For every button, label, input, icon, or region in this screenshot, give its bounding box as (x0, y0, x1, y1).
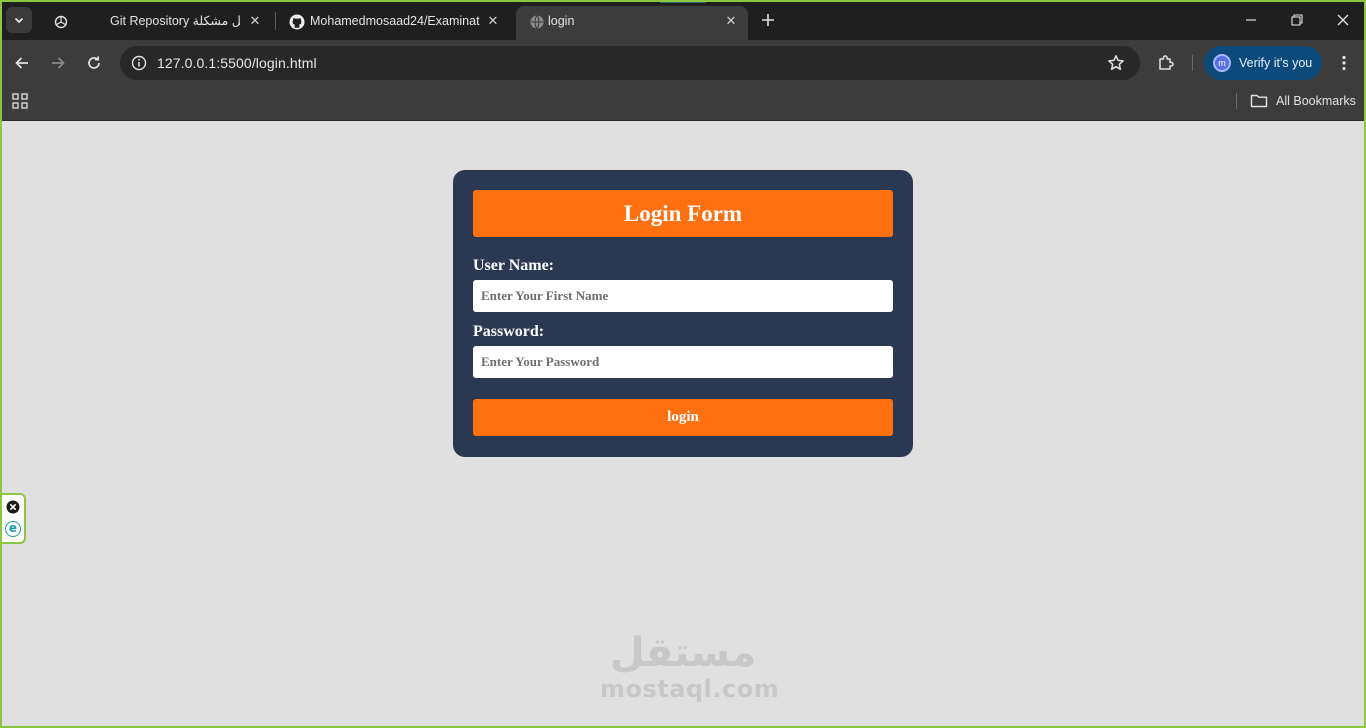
tab-github[interactable]: Mohamedmosaad24/Examinatio ✕ (276, 6, 512, 40)
close-icon[interactable]: ✕ (722, 12, 740, 30)
toolbar-separator (1192, 55, 1193, 71)
tab-strip: Git Repository حل مشكلة ✕ Mohamedmosaad2… (0, 0, 1366, 40)
forward-button[interactable] (47, 52, 69, 74)
close-icon[interactable]: ✕ (484, 12, 502, 30)
username-label: User Name: (473, 257, 555, 274)
chatgpt-icon (52, 13, 70, 31)
all-bookmarks-label: All Bookmarks (1276, 94, 1356, 108)
e-letter-icon[interactable]: e (5, 521, 21, 537)
form-title: Login Form (473, 190, 893, 237)
restore-button[interactable] (1285, 8, 1309, 32)
folder-icon (1250, 94, 1268, 108)
site-info-icon[interactable] (128, 52, 150, 74)
tab-search-button[interactable] (6, 7, 32, 33)
login-button[interactable]: login (473, 399, 893, 436)
tab-title: login (548, 14, 575, 28)
login-form: Login Form User Name: Password: login (453, 170, 913, 457)
address-bar[interactable]: 127.0.0.1:5500/login.html (120, 46, 1140, 80)
restore-icon (1291, 14, 1303, 26)
watermark-latin: mostaql.com (600, 675, 780, 703)
tab-login[interactable]: login ✕ (516, 6, 748, 40)
window-close-button[interactable] (1331, 8, 1355, 32)
url-text[interactable]: 127.0.0.1:5500/login.html (157, 55, 317, 71)
reload-icon (88, 56, 100, 69)
arrow-left-icon (15, 57, 28, 69)
browser-menu-button[interactable] (1334, 52, 1354, 74)
bookmark-star-icon[interactable] (1106, 53, 1126, 73)
globe-icon (528, 13, 546, 31)
window-accent-line-teal (660, 0, 706, 3)
new-tab-button[interactable] (758, 10, 778, 30)
close-circle-icon[interactable] (6, 500, 20, 514)
back-button[interactable] (11, 52, 33, 74)
tab-title: Git Repository حل مشكلة (110, 14, 240, 28)
watermark: مستقل mostaql.com (600, 630, 780, 703)
bookmarks-bar: All Bookmarks (0, 86, 1366, 121)
browser-toolbar: 127.0.0.1:5500/login.html m Verify it's … (0, 40, 1366, 86)
close-icon[interactable]: ✕ (246, 12, 264, 30)
bookmarks-separator (1236, 93, 1237, 109)
password-input[interactable] (473, 346, 893, 378)
tab-git-repository[interactable]: Git Repository حل مشكلة ✕ (40, 6, 272, 40)
avatar: m (1213, 54, 1231, 72)
verify-profile-button[interactable]: m Verify it's you (1204, 46, 1322, 80)
apps-grid-icon[interactable] (11, 92, 29, 110)
close-icon (1337, 14, 1349, 26)
username-input[interactable] (473, 280, 893, 312)
reload-button[interactable] (83, 52, 105, 74)
verify-label: Verify it's you (1239, 56, 1313, 70)
watermark-arabic: مستقل (609, 630, 757, 676)
password-label: Password: (473, 323, 545, 340)
side-extension-widget: e (2, 493, 26, 544)
puzzle-icon (1159, 55, 1174, 70)
extensions-button[interactable] (1155, 52, 1177, 74)
minimize-icon (1246, 19, 1256, 21)
minimize-button[interactable] (1239, 8, 1263, 32)
github-icon (288, 13, 306, 31)
arrow-right-icon (52, 57, 65, 69)
tab-title: Mohamedmosaad24/Examinatio (310, 14, 480, 28)
all-bookmarks-button[interactable]: All Bookmarks (1250, 91, 1356, 111)
chevron-down-icon (14, 17, 24, 24)
plus-icon (762, 14, 774, 26)
kebab-menu-icon (1342, 55, 1346, 71)
